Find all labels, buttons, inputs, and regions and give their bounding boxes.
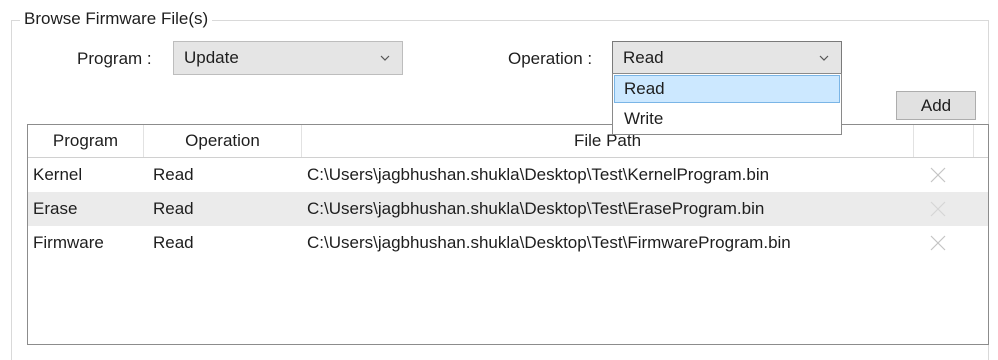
group-title: Browse Firmware File(s) xyxy=(20,8,213,30)
table-row[interactable]: Firmware Read C:\Users\jagbhushan.shukla… xyxy=(28,226,988,260)
firmware-file-table: Program Operation File Path Kernel Read … xyxy=(27,124,989,345)
cell-file-path: C:\Users\jagbhushan.shukla\Desktop\Test\… xyxy=(307,165,770,184)
delete-x-icon[interactable] xyxy=(930,201,946,217)
dropdown-option-write[interactable]: Write xyxy=(614,105,840,133)
operation-select[interactable]: Read xyxy=(612,41,842,75)
program-select-value: Update xyxy=(184,48,239,67)
cell-file-path: C:\Users\jagbhushan.shukla\Desktop\Test\… xyxy=(307,233,791,252)
cell-operation: Read xyxy=(153,233,194,252)
column-header-action xyxy=(914,125,974,157)
chevron-down-icon xyxy=(380,55,390,61)
cell-operation: Read xyxy=(153,199,194,218)
cell-file-path: C:\Users\jagbhushan.shukla\Desktop\Test\… xyxy=(307,199,765,218)
table-row[interactable]: Erase Read C:\Users\jagbhushan.shukla\De… xyxy=(28,192,988,226)
table-header: Program Operation File Path xyxy=(28,125,988,158)
program-select[interactable]: Update xyxy=(173,41,403,75)
delete-x-icon[interactable] xyxy=(930,235,946,251)
dropdown-option-read[interactable]: Read xyxy=(614,75,840,103)
add-button[interactable]: Add xyxy=(896,91,976,120)
cell-program: Erase xyxy=(33,199,78,218)
delete-x-icon[interactable] xyxy=(930,167,946,183)
table-row[interactable]: Kernel Read C:\Users\jagbhushan.shukla\D… xyxy=(28,158,988,192)
column-header-program[interactable]: Program xyxy=(28,125,144,157)
cell-program: Kernel xyxy=(33,165,83,184)
column-header-operation[interactable]: Operation xyxy=(144,125,302,157)
cell-program: Firmware xyxy=(33,233,104,252)
operation-dropdown-list: Read Write xyxy=(612,73,842,135)
cell-operation: Read xyxy=(153,165,194,184)
operation-select-value: Read xyxy=(623,48,664,67)
program-label: Program : xyxy=(77,49,152,68)
chevron-down-icon xyxy=(819,55,829,61)
operation-label: Operation : xyxy=(508,49,593,68)
